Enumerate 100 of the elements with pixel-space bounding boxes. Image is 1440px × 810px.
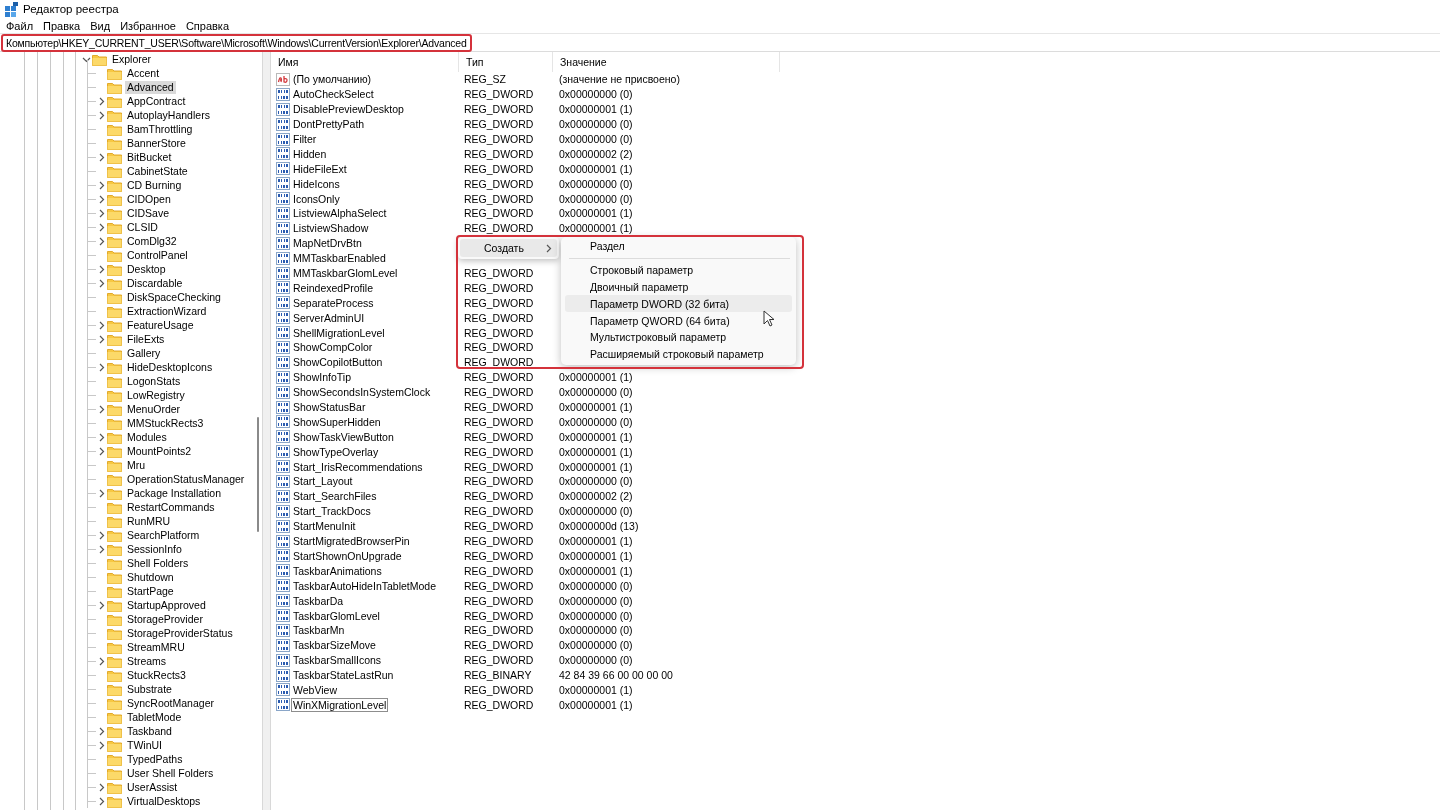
value-name[interactable]: MMTaskbarGlomLevel — [291, 266, 400, 280]
tree-item[interactable]: Discardable — [125, 276, 185, 290]
tree-item[interactable]: FileExts — [125, 332, 167, 346]
value-name[interactable]: ReindexedProfile — [291, 280, 375, 295]
value-name[interactable]: Hidden — [291, 146, 329, 161]
tree-item[interactable]: Shell Folders — [125, 556, 191, 570]
value-name[interactable]: TaskbarMn — [291, 623, 347, 638]
chevron-right-icon[interactable] — [97, 796, 106, 806]
value-name[interactable]: WinXMigrationLevel — [291, 697, 389, 712]
value-name[interactable]: HideIcons — [291, 176, 342, 191]
value-name[interactable]: TaskbarAnimations — [291, 563, 384, 578]
value-name[interactable]: DisablePreviewDesktop — [291, 102, 406, 117]
value-name[interactable]: ShowSecondsInSystemClock — [291, 385, 433, 400]
tree-item[interactable]: BamThrottling — [125, 122, 195, 136]
value-name[interactable]: ShowSuperHidden — [291, 414, 383, 429]
tree-item[interactable]: AutoplayHandlers — [125, 108, 212, 122]
tree-item[interactable]: LowRegistry — [125, 388, 187, 402]
menu-item[interactable]: Строковый параметр — [565, 261, 792, 279]
chevron-right-icon[interactable] — [97, 320, 106, 330]
tree-item[interactable]: UserAssist — [125, 780, 180, 794]
value-name[interactable]: DontPrettyPath — [291, 117, 367, 132]
tree-item[interactable]: SessionInfo — [125, 542, 184, 556]
tree-item[interactable]: RunMRU — [125, 514, 173, 528]
menu-item[interactable]: Правка — [38, 19, 86, 32]
tree-item[interactable]: SearchPlatform — [125, 528, 202, 542]
tree-item[interactable]: User Shell Folders — [125, 766, 216, 780]
tree-item[interactable]: Substrate — [125, 682, 174, 696]
value-name[interactable]: ShowStatusBar — [291, 400, 368, 415]
value-name[interactable]: TaskbarGlomLevel — [291, 608, 382, 623]
value-name[interactable]: Start_TrackDocs — [291, 504, 373, 519]
value-name[interactable]: AutoCheckSelect — [291, 87, 376, 102]
value-name[interactable]: Filter — [291, 132, 319, 146]
column-header[interactable]: Значение — [553, 52, 780, 72]
menu-item[interactable]: Избранное — [115, 19, 181, 32]
chevron-right-icon[interactable] — [97, 726, 106, 736]
tree-item[interactable]: CLSID — [125, 220, 160, 234]
tree-item[interactable]: TypedPaths — [125, 752, 185, 766]
value-name[interactable]: StartShownOnUpgrade — [291, 548, 404, 563]
value-name[interactable]: StartMigratedBrowserPin — [291, 534, 412, 549]
tree-item[interactable]: StreamMRU — [125, 640, 187, 654]
tree-item[interactable]: StartupApproved — [125, 598, 208, 612]
chevron-right-icon[interactable] — [97, 236, 106, 246]
chevron-right-icon[interactable] — [97, 488, 106, 498]
menu-item[interactable]: Расширяемый строковый параметр — [565, 345, 792, 363]
column-header[interactable]: Имя — [271, 52, 459, 72]
value-name[interactable]: (По умолчанию) — [291, 72, 373, 87]
column-header[interactable]: Тип — [459, 52, 553, 72]
tree-item[interactable]: Modules — [125, 430, 169, 444]
value-name[interactable]: ShowInfoTip — [291, 370, 353, 385]
tree-item[interactable]: MenuOrder — [125, 402, 183, 416]
tree-item[interactable]: CD Burning — [125, 178, 184, 192]
chevron-right-icon[interactable] — [97, 264, 106, 274]
chevron-right-icon[interactable] — [97, 208, 106, 218]
chevron-right-icon[interactable] — [544, 243, 553, 253]
value-name[interactable]: ListviewAlphaSelect — [291, 206, 389, 221]
value-name[interactable]: HideFileExt — [291, 161, 349, 176]
tree-item[interactable]: CabinetState — [125, 164, 190, 178]
tree-item[interactable]: TWinUI — [125, 738, 164, 752]
tree-item[interactable]: StartPage — [125, 584, 176, 598]
tree-item[interactable]: ControlPanel — [125, 248, 190, 262]
chevron-right-icon[interactable] — [97, 278, 106, 288]
tree-item[interactable]: CIDSave — [125, 206, 171, 220]
tree-item[interactable]: Accent — [125, 66, 162, 80]
tree-item[interactable]: TabletMode — [125, 710, 184, 724]
tree-item[interactable]: StorageProviderStatus — [125, 626, 235, 640]
chevron-right-icon[interactable] — [97, 194, 106, 204]
tree-item[interactable]: Explorer — [110, 52, 154, 66]
chevron-right-icon[interactable] — [97, 600, 106, 610]
value-name[interactable]: ShellMigrationLevel — [291, 325, 387, 340]
value-name[interactable]: Start_Layout — [291, 474, 355, 489]
chevron-right-icon[interactable] — [97, 96, 106, 106]
tree-item[interactable]: OperationStatusManager — [125, 472, 247, 486]
tree-item[interactable]: CIDOpen — [125, 192, 173, 206]
value-name[interactable]: Start_IrisRecommendations — [291, 459, 425, 474]
chevron-right-icon[interactable] — [97, 740, 106, 750]
menu-item[interactable]: Раздел — [565, 238, 792, 255]
tree-item[interactable]: AppContract — [125, 94, 188, 108]
value-name[interactable]: ShowCopilotButton — [291, 355, 385, 370]
value-name[interactable]: TaskbarSmallIcons — [291, 653, 384, 668]
value-name[interactable]: TaskbarDa — [291, 593, 346, 608]
menu-item[interactable]: Файл — [1, 19, 39, 32]
tree-item[interactable]: Desktop — [125, 262, 168, 276]
value-name[interactable]: SeparateProcess — [291, 295, 376, 310]
tree-item[interactable]: Package Installation — [125, 486, 223, 500]
value-name[interactable]: TaskbarStateLastRun — [291, 668, 396, 683]
tree-item[interactable]: StorageProvider — [125, 612, 205, 626]
value-name[interactable]: StartMenuInit — [291, 519, 358, 534]
chevron-right-icon[interactable] — [97, 152, 106, 162]
chevron-right-icon[interactable] — [97, 530, 106, 540]
value-name[interactable]: MMTaskbarEnabled — [291, 251, 388, 266]
tree-item[interactable]: MountPoints2 — [125, 444, 194, 458]
value-name[interactable]: WebView — [291, 682, 339, 697]
tree-item[interactable]: StuckRects3 — [125, 668, 188, 682]
menu-item[interactable]: Справка — [180, 19, 235, 32]
tree-item[interactable]: LogonStats — [125, 374, 183, 388]
value-name[interactable]: ServerAdminUI — [291, 310, 367, 325]
tree-item[interactable]: FeatureUsage — [125, 318, 196, 332]
menu-item[interactable]: Двоичный параметр — [565, 278, 792, 296]
tree-item[interactable]: RestartCommands — [125, 500, 217, 514]
scrollbar-thumb[interactable] — [257, 417, 259, 532]
